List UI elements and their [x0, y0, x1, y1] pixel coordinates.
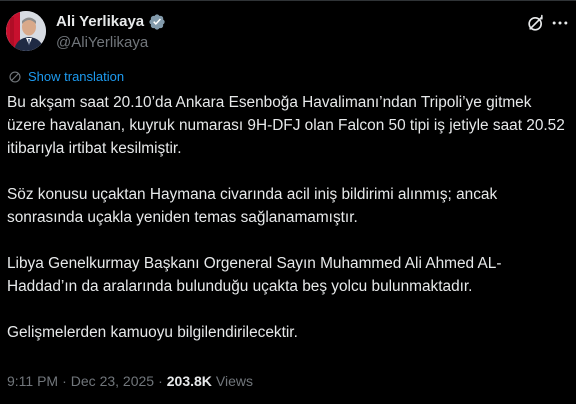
author-name-row: Ali Yerlikaya [56, 12, 166, 32]
tweet-time[interactable]: 9:11 PM [7, 371, 58, 391]
views-label: Views [215, 373, 253, 389]
tweet-paragraph: Söz konusu uçaktan Haymana civarında aci… [7, 186, 498, 226]
avatar-photo [6, 11, 46, 51]
tweet: Ali Yerlikaya @AliYerlikaya Show transla… [0, 0, 576, 404]
verified-badge-icon [149, 14, 165, 30]
tweet-paragraph: Bu akşam saat 20.10’da Ankara Esenboğa H… [7, 94, 565, 157]
views-count[interactable]: 203.8K [167, 371, 212, 391]
show-translation-link[interactable]: Show translation [8, 69, 124, 84]
tweet-meta: 9:11 PM · Dec 23, 2025 · 203.8K Views [7, 371, 253, 391]
avatar[interactable] [6, 11, 46, 51]
author-display-name[interactable]: Ali Yerlikaya [56, 12, 144, 32]
tweet-paragraph: Gelişmelerden kamuoyu bilgilendirilecekt… [7, 324, 298, 341]
show-translation-label[interactable]: Show translation [28, 69, 124, 84]
meta-separator: · [158, 373, 163, 389]
tweet-date[interactable]: Dec 23, 2025 [71, 371, 154, 391]
tweet-body: Bu akşam saat 20.10’da Ankara Esenboğa H… [7, 91, 569, 367]
author-handle[interactable]: @AliYerlikaya [56, 34, 148, 52]
tweet-paragraph: Libya Genelkurmay Başkanı Orgeneral Sayı… [7, 255, 502, 295]
more-icon[interactable] [550, 13, 570, 33]
grok-icon[interactable] [526, 13, 546, 33]
translate-icon [9, 70, 21, 83]
meta-separator: · [62, 373, 67, 389]
